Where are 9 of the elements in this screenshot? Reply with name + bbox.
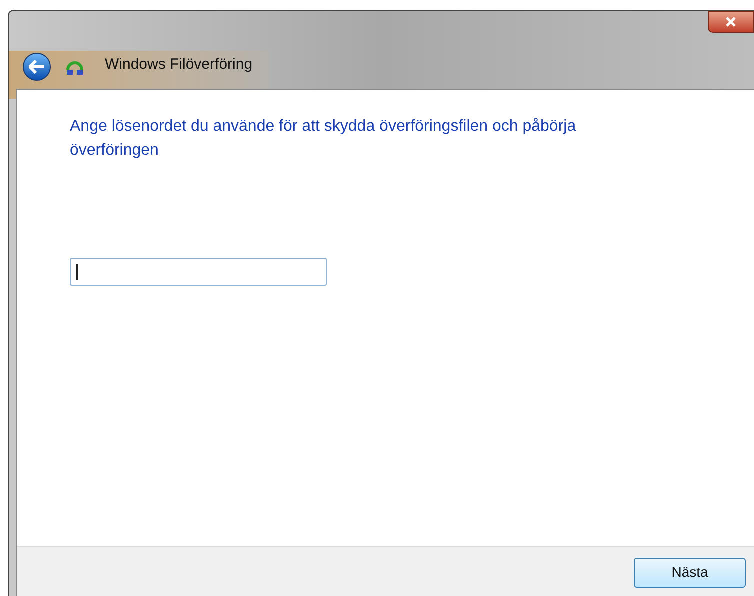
back-arrow-icon xyxy=(29,60,45,74)
instruction-heading: Ange lösenordet du använde för att skydda överföringsfilen och påbörja överföringen xyxy=(70,117,578,161)
close-icon xyxy=(725,17,737,27)
transfer-icon xyxy=(65,60,85,76)
close-button[interactable] xyxy=(708,11,754,33)
password-field[interactable] xyxy=(70,258,327,286)
window-title: Windows Filöverföring xyxy=(105,54,253,74)
back-button[interactable] xyxy=(23,53,51,81)
next-button[interactable]: Nästa xyxy=(634,558,746,588)
